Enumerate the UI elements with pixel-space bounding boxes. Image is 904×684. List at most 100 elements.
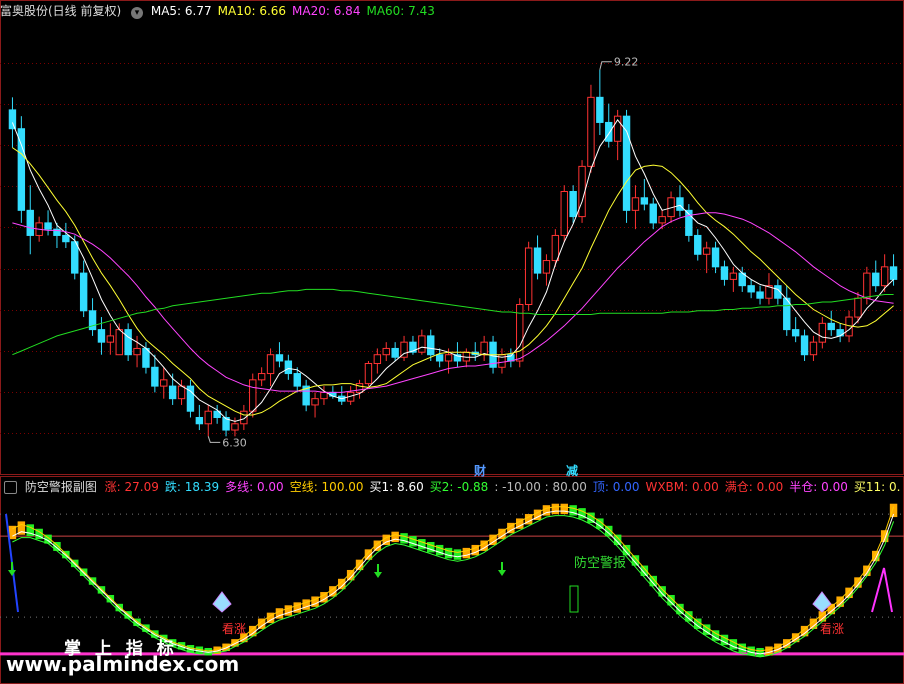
sub-value-2: 多线: 0.00 xyxy=(225,480,284,494)
arrow-down-icon xyxy=(498,570,506,576)
signal-block xyxy=(427,541,435,553)
stock-title: 富奥股份(日线 前复权) xyxy=(0,4,122,18)
candle-body xyxy=(364,363,373,385)
chevron-down-icon[interactable]: ▾ xyxy=(131,7,144,19)
signal-block xyxy=(854,577,862,588)
candle-body xyxy=(872,272,880,287)
candle-body xyxy=(791,329,800,337)
ma-line-ma10 xyxy=(12,147,894,416)
candle-body xyxy=(427,335,435,356)
candle-body xyxy=(694,234,702,255)
candle-body xyxy=(168,385,177,400)
signal-block xyxy=(88,577,97,585)
candle-body xyxy=(44,222,52,230)
signal-block xyxy=(444,547,453,559)
candle-body xyxy=(747,285,755,293)
arrow-down-icon xyxy=(374,572,382,578)
candle-body xyxy=(195,417,204,425)
candle-body xyxy=(151,366,159,387)
candle-body xyxy=(649,203,657,224)
signal-block xyxy=(551,503,560,515)
candle-body xyxy=(418,335,426,353)
badge-cai[interactable]: 财 xyxy=(474,462,486,479)
sub-value-10: 半仓: 0.00 xyxy=(789,480,848,494)
watermark-url: www.palmindex.com xyxy=(6,652,240,676)
candle-body xyxy=(133,347,141,356)
candle-body xyxy=(863,272,871,299)
candle-body xyxy=(818,322,827,343)
candle-body xyxy=(480,341,488,356)
candle-body xyxy=(373,354,382,365)
sub-value-8: WXBM: 0.00 xyxy=(645,480,719,494)
candle-body xyxy=(756,291,764,299)
candle-body xyxy=(880,266,889,287)
price-panel-frame xyxy=(0,0,904,475)
candle-body xyxy=(809,341,818,356)
sub-indicator-values: 涨: 27.09 跌: 18.39 多线: 0.00 空线: 100.00 买1: 8.… xyxy=(105,480,904,494)
candle-body xyxy=(836,329,844,337)
high-price-label: 9.22 xyxy=(614,56,639,69)
signal-block xyxy=(293,602,301,613)
signal-block xyxy=(409,536,417,547)
sub-value-7: 顶: 0.00 xyxy=(592,480,640,494)
candle-body xyxy=(231,423,239,431)
candle-body xyxy=(720,266,729,280)
signal-block xyxy=(435,544,444,556)
signal-block xyxy=(391,531,399,543)
candle-body xyxy=(658,216,666,224)
sub-panel-header: 防空警报副图 涨: 27.09 跌: 18.39 多线: 0.00 空线: 100.0… xyxy=(0,478,904,496)
magenta-spike xyxy=(871,567,893,613)
sub-line-买1 xyxy=(12,510,895,655)
candle-body xyxy=(17,128,26,211)
signal-block xyxy=(62,550,70,559)
signal-block xyxy=(284,605,293,616)
ma-indicators: MA5: 6.77 MA10: 6.66 MA20: 6.84 MA60: 7.43 xyxy=(151,4,441,18)
candle-body xyxy=(889,266,898,280)
candle-body xyxy=(8,109,17,130)
candle-body xyxy=(533,247,542,274)
high-price-label-pointer xyxy=(599,61,612,70)
price-panel[interactable]: 9.22 6.30 xyxy=(0,0,904,684)
arrow-down-icon xyxy=(8,570,16,576)
candle-body xyxy=(631,197,640,211)
signal-block xyxy=(79,568,88,576)
signal-block xyxy=(747,646,755,656)
signal-block xyxy=(302,599,310,610)
candle-body xyxy=(391,347,399,358)
candle-body xyxy=(711,247,720,268)
sub-value-6: : -10.00 : 80.00 xyxy=(494,480,587,494)
candle-body xyxy=(115,329,123,356)
low-price-label: 6.30 xyxy=(222,436,247,449)
signal-block xyxy=(462,547,471,559)
candle-body xyxy=(800,335,809,356)
candle-body xyxy=(542,260,551,274)
sub-value-5: 买2: -0.88 xyxy=(429,480,489,494)
sub-panel-icon[interactable] xyxy=(4,481,17,494)
candle-body xyxy=(71,241,79,274)
signal-block xyxy=(560,503,568,515)
alarm-label: 防空警报 xyxy=(574,556,627,571)
candle-body xyxy=(729,272,738,280)
signal-block xyxy=(400,533,408,544)
candle-body xyxy=(275,354,284,362)
sub-value-1: 跌: 18.39 xyxy=(164,480,220,494)
sub-title: 防空警报副图 xyxy=(24,480,97,494)
candle-body xyxy=(444,354,453,362)
candle-body xyxy=(249,379,257,412)
candle-body xyxy=(257,373,266,381)
candle-body xyxy=(97,329,106,343)
ma-line-ma5 xyxy=(11,119,894,422)
kanzhang-label-left: 看涨 xyxy=(222,622,247,636)
badge-jian[interactable]: 减 xyxy=(566,462,578,479)
diamond-signal-icon xyxy=(212,591,232,613)
candle-body xyxy=(569,191,577,218)
candle-body xyxy=(676,197,684,211)
candle-body xyxy=(382,347,390,356)
candle-body xyxy=(293,373,301,387)
sub-value-0: 涨: 27.09 xyxy=(104,480,159,494)
candle-body xyxy=(355,383,364,393)
ma-indicator-3: MA60: 7.43 xyxy=(366,4,435,18)
candle-body xyxy=(702,247,711,255)
candle-body xyxy=(177,385,186,400)
ma-indicator-2: MA20: 6.84 xyxy=(292,4,361,18)
